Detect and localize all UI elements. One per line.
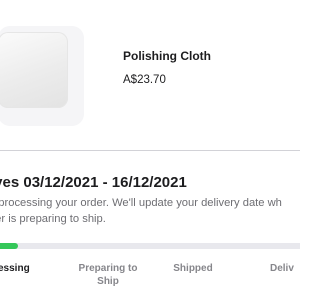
section-divider bbox=[0, 150, 300, 151]
order-progress-bar bbox=[0, 243, 300, 249]
order-status-message: are processing your order. We'll update … bbox=[0, 197, 282, 225]
product-price: A$23.70 bbox=[123, 74, 166, 86]
step-delivered: Deliv bbox=[270, 263, 294, 274]
step-shipped: Shipped bbox=[173, 263, 213, 274]
polishing-cloth-image bbox=[0, 32, 68, 108]
delivery-date-heading: ives 03/12/2021 - 16/12/2021 bbox=[0, 174, 187, 191]
step-preparing-to-ship: Preparing to Ship bbox=[78, 263, 138, 287]
order-progress-fill bbox=[0, 243, 18, 249]
order-details-page: Polishing Cloth A$23.70 ives 03/12/2021 … bbox=[0, 0, 300, 300]
product-image[interactable] bbox=[0, 26, 84, 126]
step-processing: essing bbox=[0, 263, 30, 274]
product-name[interactable]: Polishing Cloth bbox=[123, 49, 211, 63]
